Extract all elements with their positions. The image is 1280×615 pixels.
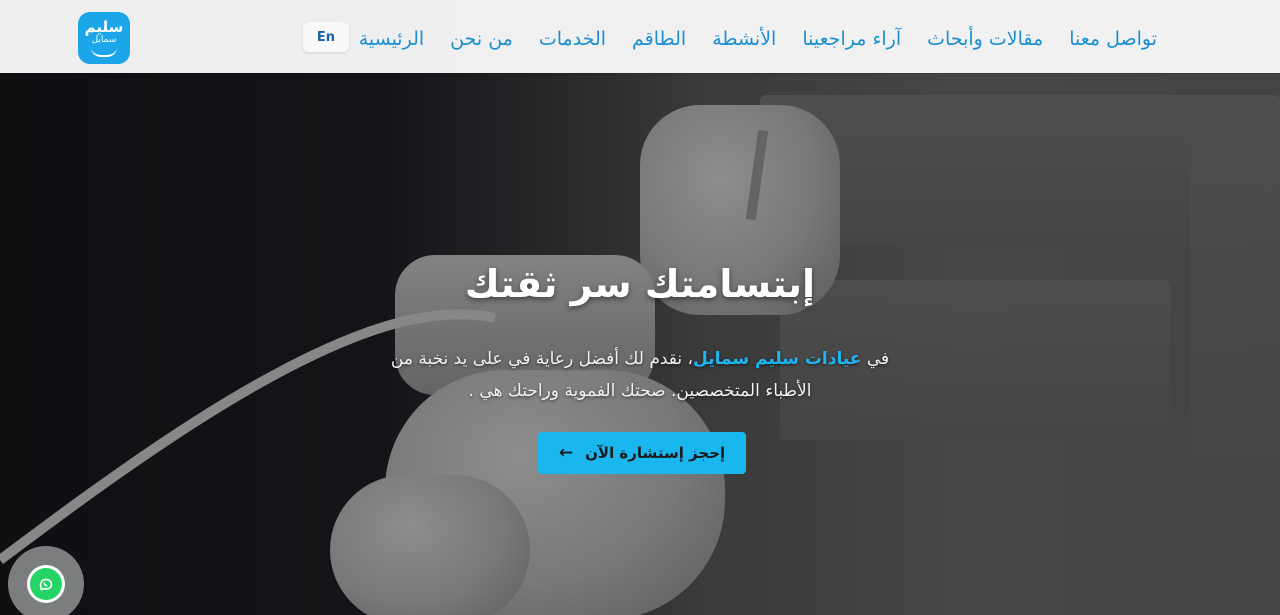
arrow-left-icon: ← <box>558 443 574 463</box>
nav-item-about[interactable]: من نحن <box>450 24 513 54</box>
hero-subtitle-brand: عيادات سليم سمايل <box>693 349 862 369</box>
cta-label: إحجز إستشارة الآن <box>585 444 726 462</box>
hero-subtitle-prefix: في <box>866 349 890 369</box>
whatsapp-float-button[interactable] <box>8 546 84 615</box>
smile-icon <box>91 47 117 57</box>
logo-text-line1: سليم <box>84 17 124 36</box>
nav-item-reviews[interactable]: آراء مراجعينا <box>802 24 901 54</box>
book-consultation-button[interactable]: إحجز إستشارة الآن ← <box>538 432 746 474</box>
nav-item-staff[interactable]: الطاقم <box>632 24 686 54</box>
nav-item-home[interactable]: الرئيسية <box>359 24 424 54</box>
whatsapp-icon <box>27 565 65 603</box>
hero-subtitle: في عيادات سليم سمايل، نقدم لك أفضل رعاية… <box>370 343 910 407</box>
main-navigation: الرئيسية من نحن الخدمات الطاقم الأنشطة آ… <box>359 24 1157 54</box>
hero-background <box>0 0 1280 615</box>
top-navbar: سليم سمايل En الرئيسية من نحن الخدمات ال… <box>0 0 1280 73</box>
logo-text-line2: سمايل <box>91 34 117 45</box>
nav-item-services[interactable]: الخدمات <box>539 24 606 54</box>
nav-item-articles[interactable]: مقالات وأبحاث <box>927 24 1043 54</box>
nav-item-contact[interactable]: تواصل معنا <box>1069 24 1157 54</box>
language-switch-button[interactable]: En <box>303 22 349 52</box>
hero-title: إبتسامتك سر ثقتك <box>464 262 816 306</box>
nav-item-activities[interactable]: الأنشطة <box>712 24 776 54</box>
brand-logo[interactable]: سليم سمايل <box>78 12 130 64</box>
